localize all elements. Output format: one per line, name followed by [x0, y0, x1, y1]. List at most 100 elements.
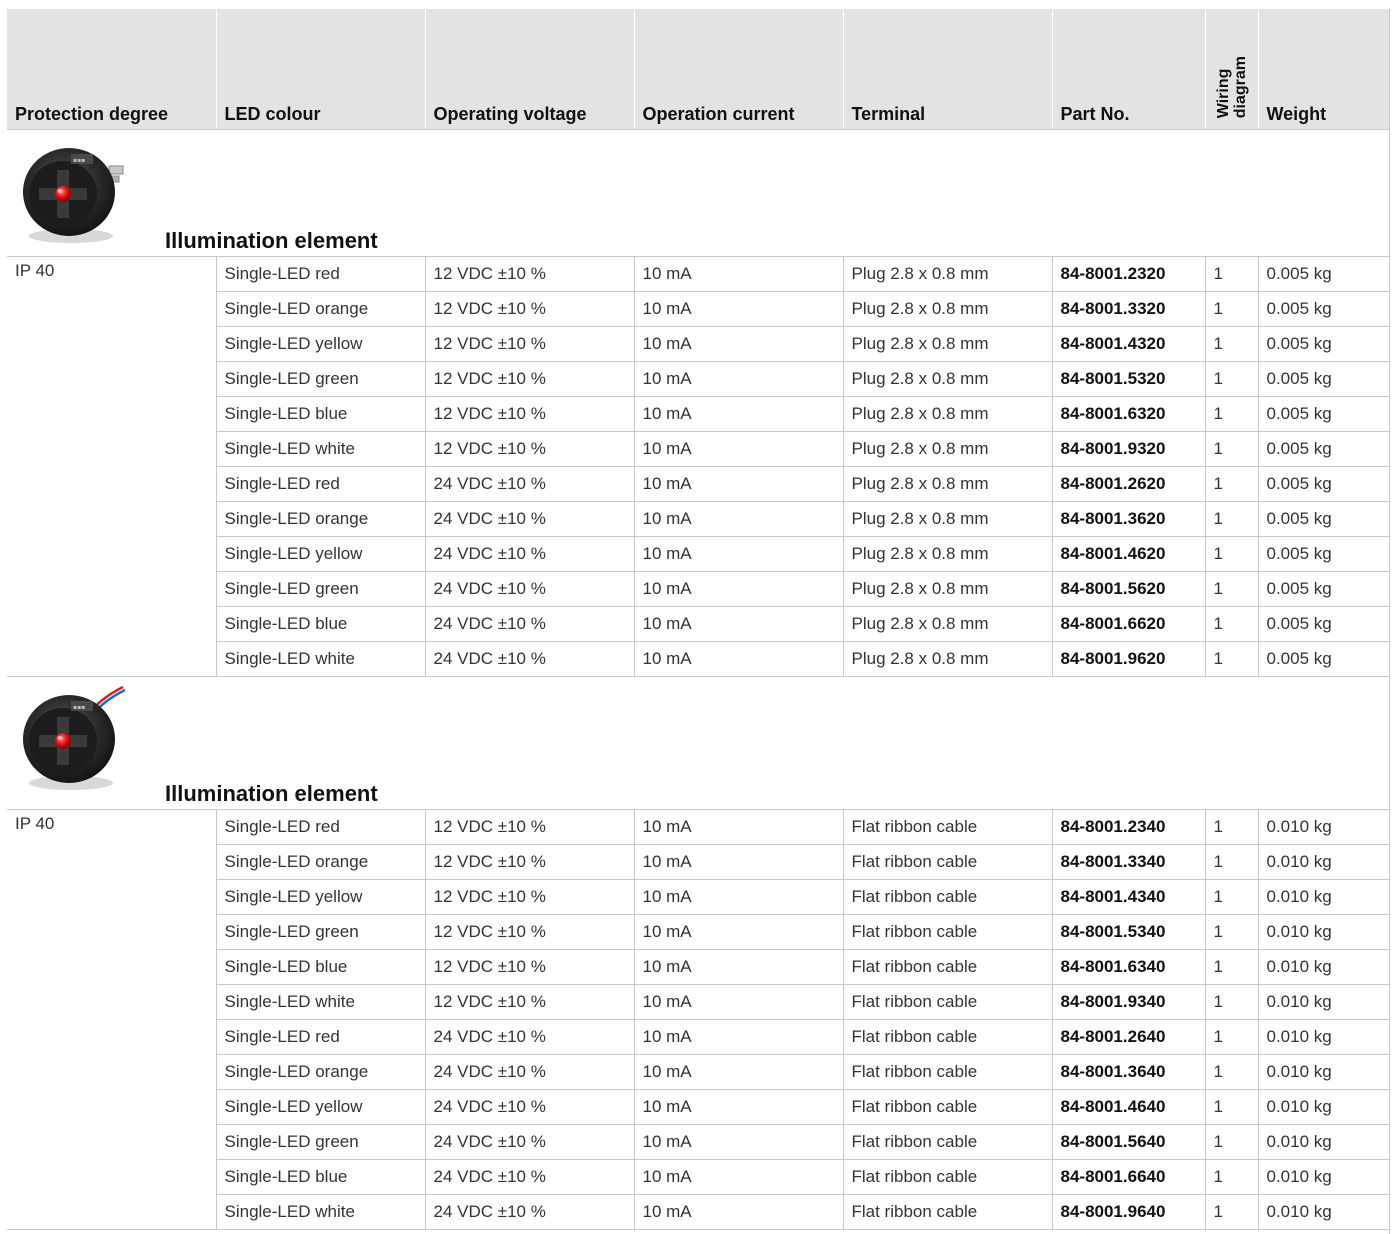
cell-part-no: 84-8001.9320: [1051, 431, 1205, 467]
header-row: Protection degree LED colour Operating v…: [7, 9, 1389, 130]
cell-operating-voltage: 24 VDC ±10 %: [424, 466, 634, 502]
cell-wiring-diagram: 1: [1204, 809, 1258, 845]
cell-wiring-diagram: 1: [1204, 431, 1258, 467]
cell-weight: 0.005 kg: [1257, 396, 1389, 432]
cell-wiring-diagram: 1: [1204, 879, 1258, 915]
cell-operating-voltage: 12 VDC ±10 %: [424, 844, 634, 880]
cell-protection-degree: IP 40: [7, 256, 216, 677]
cell-part-no: 84-8001.4620: [1051, 536, 1205, 572]
cell-terminal: Plug 2.8 x 0.8 mm: [842, 466, 1052, 502]
cell-terminal: Flat ribbon cable: [842, 949, 1052, 985]
section-header: ▪▪▪ Illumination element: [7, 130, 1389, 256]
cell-weight: 0.005 kg: [1257, 501, 1389, 537]
cell-wiring-diagram: 1: [1204, 844, 1258, 880]
cell-wiring-diagram: 1: [1204, 914, 1258, 950]
cell-wiring-diagram: 1: [1204, 1124, 1258, 1160]
cell-wiring-diagram: 1: [1204, 641, 1258, 677]
cell-wiring-diagram: 1: [1204, 291, 1258, 327]
cell-part-no: 84-8001.5620: [1051, 571, 1205, 607]
cell-operating-voltage: 12 VDC ±10 %: [424, 361, 634, 397]
cell-weight: 0.010 kg: [1257, 1019, 1389, 1055]
svg-text:▪▪▪: ▪▪▪: [73, 157, 85, 164]
cell-terminal: Flat ribbon cable: [842, 984, 1052, 1020]
cell-operating-voltage: 12 VDC ±10 %: [424, 326, 634, 362]
cell-weight: 0.005 kg: [1257, 431, 1389, 467]
cell-weight: 0.010 kg: [1257, 1089, 1389, 1125]
cell-led-colour: Single-LED yellow: [215, 326, 425, 362]
cell-weight: 0.010 kg: [1257, 1054, 1389, 1090]
cell-operation-current: 10 mA: [633, 431, 843, 467]
cell-operation-current: 10 mA: [633, 844, 843, 880]
cell-part-no: 84-8001.6640: [1051, 1159, 1205, 1195]
cell-terminal: Flat ribbon cable: [842, 1194, 1052, 1230]
cell-terminal: Plug 2.8 x 0.8 mm: [842, 396, 1052, 432]
cell-operation-current: 10 mA: [633, 1089, 843, 1125]
cell-weight: 0.010 kg: [1257, 1194, 1389, 1230]
cell-terminal: Plug 2.8 x 0.8 mm: [842, 361, 1052, 397]
cell-part-no: 84-8001.9640: [1051, 1194, 1205, 1230]
cell-part-no: 84-8001.2640: [1051, 1019, 1205, 1055]
cell-operation-current: 10 mA: [633, 256, 843, 292]
cell-weight: 0.010 kg: [1257, 879, 1389, 915]
cell-part-no: 84-8001.6340: [1051, 949, 1205, 985]
cell-wiring-diagram: 1: [1204, 536, 1258, 572]
cell-operating-voltage: 12 VDC ±10 %: [424, 809, 634, 845]
cell-operation-current: 10 mA: [633, 1019, 843, 1055]
cell-operation-current: 10 mA: [633, 1054, 843, 1090]
cell-operation-current: 10 mA: [633, 571, 843, 607]
cell-part-no: 84-8001.4340: [1051, 879, 1205, 915]
header-operating-voltage: Operating voltage: [424, 9, 634, 130]
cell-wiring-diagram: 1: [1204, 501, 1258, 537]
cell-operation-current: 10 mA: [633, 466, 843, 502]
datasheet-page: Protection degree LED colour Operating v…: [0, 0, 1392, 1234]
cell-led-colour: Single-LED orange: [215, 501, 425, 537]
cell-operating-voltage: 24 VDC ±10 %: [424, 1124, 634, 1160]
table-body: ▪▪▪ Illumination element IP 40 Single-LED r…: [7, 129, 1389, 1230]
section-header-cell: ▪▪▪ Illumination element: [7, 676, 1389, 810]
cell-part-no: 84-8001.3640: [1051, 1054, 1205, 1090]
cell-operation-current: 10 mA: [633, 361, 843, 397]
cell-part-no: 84-8001.2620: [1051, 466, 1205, 502]
cell-terminal: Plug 2.8 x 0.8 mm: [842, 501, 1052, 537]
cell-operation-current: 10 mA: [633, 949, 843, 985]
cell-operation-current: 10 mA: [633, 1124, 843, 1160]
section-title: Illumination element: [165, 228, 378, 253]
cell-operating-voltage: 12 VDC ±10 %: [424, 914, 634, 950]
cell-operating-voltage: 12 VDC ±10 %: [424, 396, 634, 432]
cell-weight: 0.010 kg: [1257, 984, 1389, 1020]
cell-part-no: 84-8001.4320: [1051, 326, 1205, 362]
cell-operating-voltage: 24 VDC ±10 %: [424, 571, 634, 607]
cell-terminal: Plug 2.8 x 0.8 mm: [842, 291, 1052, 327]
cell-part-no: 84-8001.3620: [1051, 501, 1205, 537]
cell-terminal: Plug 2.8 x 0.8 mm: [842, 431, 1052, 467]
cell-operation-current: 10 mA: [633, 1159, 843, 1195]
cell-operating-voltage: 12 VDC ±10 %: [424, 431, 634, 467]
cell-terminal: Flat ribbon cable: [842, 879, 1052, 915]
cell-part-no: 84-8001.6320: [1051, 396, 1205, 432]
header-wiring-diagram-text: Wiring diagram: [1214, 55, 1249, 118]
cell-part-no: 84-8001.3340: [1051, 844, 1205, 880]
cell-terminal: Flat ribbon cable: [842, 1089, 1052, 1125]
cell-terminal: Plug 2.8 x 0.8 mm: [842, 641, 1052, 677]
cell-terminal: Plug 2.8 x 0.8 mm: [842, 536, 1052, 572]
header-led-colour: LED colour: [215, 9, 425, 130]
cell-terminal: Flat ribbon cable: [842, 1159, 1052, 1195]
cell-led-colour: Single-LED yellow: [215, 536, 425, 572]
cell-led-colour: Single-LED green: [215, 1124, 425, 1160]
cell-wiring-diagram: 1: [1204, 466, 1258, 502]
cell-operating-voltage: 24 VDC ±10 %: [424, 501, 634, 537]
section-header-cell: ▪▪▪ Illumination element: [7, 129, 1389, 257]
cell-led-colour: Single-LED blue: [215, 396, 425, 432]
cell-part-no: 84-8001.5320: [1051, 361, 1205, 397]
cell-operation-current: 10 mA: [633, 291, 843, 327]
cell-part-no: 84-8001.4640: [1051, 1089, 1205, 1125]
cell-weight: 0.010 kg: [1257, 1124, 1389, 1160]
section-header: ▪▪▪ Illumination element: [7, 677, 1389, 809]
cell-led-colour: Single-LED red: [215, 466, 425, 502]
cell-wiring-diagram: 1: [1204, 326, 1258, 362]
cell-operating-voltage: 24 VDC ±10 %: [424, 536, 634, 572]
cell-part-no: 84-8001.9340: [1051, 984, 1205, 1020]
cell-operating-voltage: 24 VDC ±10 %: [424, 1159, 634, 1195]
cell-wiring-diagram: 1: [1204, 1194, 1258, 1230]
cell-terminal: Flat ribbon cable: [842, 1019, 1052, 1055]
